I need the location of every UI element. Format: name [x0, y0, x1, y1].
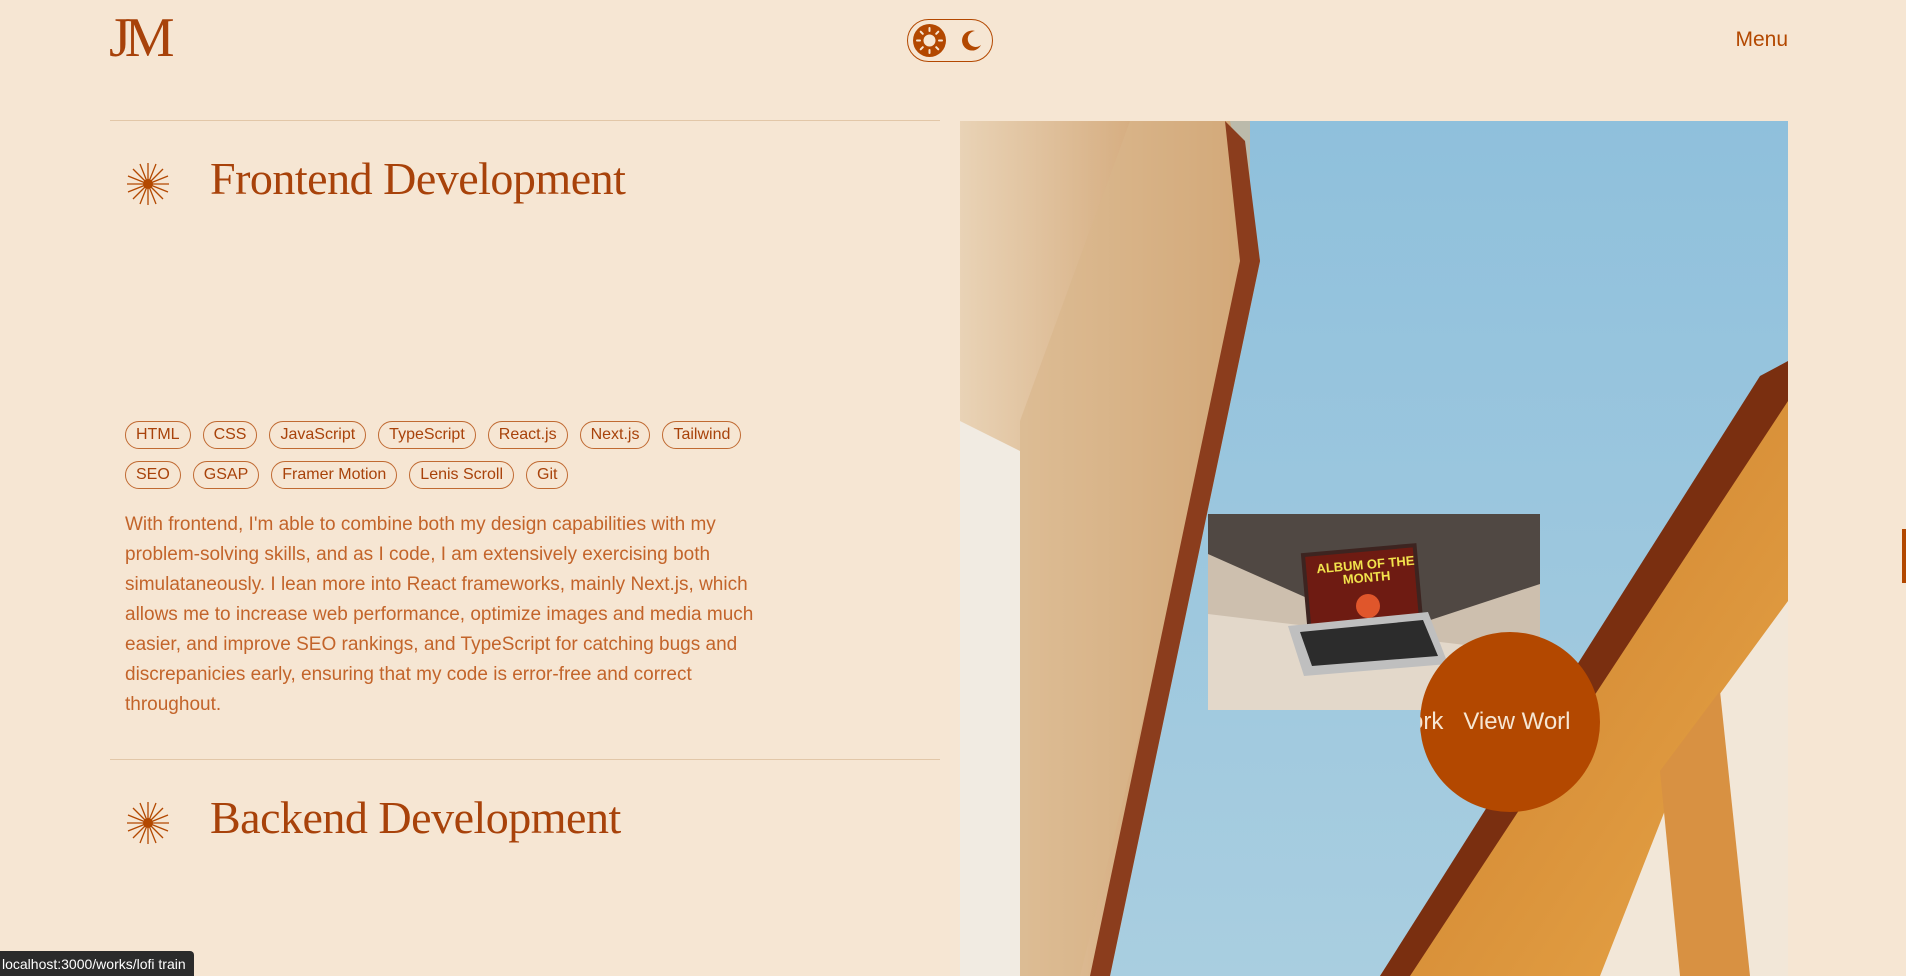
scroll-indicator[interactable]	[1902, 529, 1906, 583]
section-title-backend: Backend Development	[210, 792, 621, 843]
moon-icon[interactable]	[958, 28, 984, 54]
tag: HTML	[125, 421, 191, 449]
section-title-frontend: Frontend Development	[210, 153, 626, 204]
view-work-button[interactable]: ork View Worl	[1420, 632, 1600, 812]
tag: Tailwind	[662, 421, 742, 449]
site-logo[interactable]: JM	[109, 10, 175, 66]
tag: TypeScript	[378, 421, 476, 449]
tag: Lenis Scroll	[409, 461, 514, 489]
frontend-tags: HTML CSS JavaScript TypeScript React.js Next.…	[125, 421, 775, 501]
tag: React.js	[487, 421, 568, 449]
tag: SEO	[125, 461, 181, 489]
tag: Framer Motion	[271, 461, 398, 489]
menu-button[interactable]: Menu	[1735, 28, 1788, 52]
view-work-label: ork View Worl	[1420, 708, 1571, 735]
section-divider	[110, 759, 940, 760]
tag: CSS	[202, 421, 258, 449]
starburst-icon	[127, 163, 169, 205]
top-divider	[110, 120, 940, 121]
starburst-icon	[127, 802, 169, 844]
frontend-description: With frontend, I'm able to combine both …	[125, 514, 754, 715]
status-bar-url: localhost:3000/works/lofi train	[0, 951, 194, 976]
tag: Next.js	[579, 421, 651, 449]
theme-toggle[interactable]	[907, 19, 993, 62]
sun-icon[interactable]	[913, 24, 946, 57]
tag: Git	[526, 461, 569, 489]
tag: JavaScript	[269, 421, 367, 449]
tag: GSAP	[192, 461, 260, 489]
